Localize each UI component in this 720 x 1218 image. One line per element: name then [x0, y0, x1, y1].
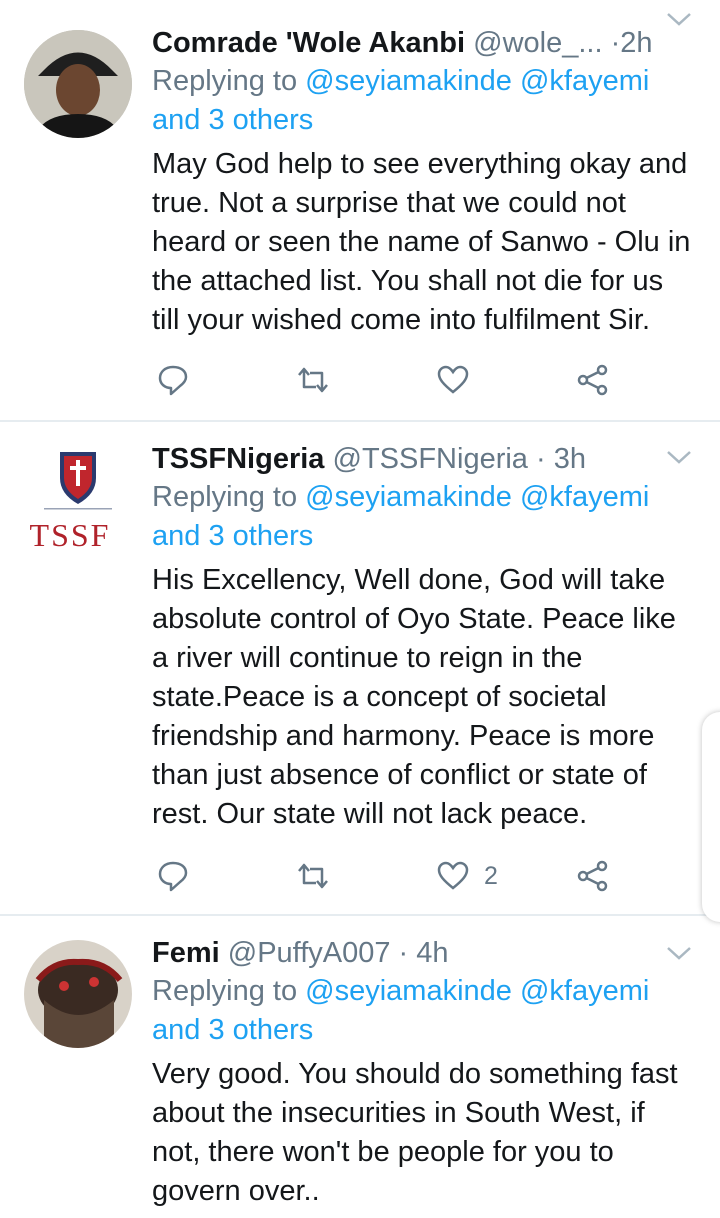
display-name[interactable]: Comrade 'Wole Akanbi	[152, 27, 465, 59]
separator-dot: ·	[536, 443, 546, 475]
text-line: absolute control of Oyo State. Peace lik…	[152, 603, 676, 635]
like-count: 2	[484, 861, 498, 890]
text-line: till your wished come into fulfilment Si…	[152, 304, 651, 336]
separator-dot: ·	[398, 937, 409, 969]
replying-to: Replying to @seyiamakinde @kfayemi and 3…	[152, 478, 702, 556]
retweet-icon	[298, 367, 328, 393]
replying-to: Replying to @seyiamakinde @kfayemi and 3…	[152, 62, 702, 140]
text-line: His Excellency, Well done, God will take	[152, 564, 666, 596]
tweet-text: May God help to see everything okay and …	[152, 145, 702, 340]
others-link[interactable]: and 3 others	[152, 1014, 313, 1046]
mention-link[interactable]: @seyiamakinde	[305, 65, 512, 97]
user-handle[interactable]: @TSSFNigeria	[333, 443, 528, 475]
text-line: Very good. You should do something fast	[152, 1058, 678, 1090]
text-line: state.Peace is a concept of societal	[152, 681, 607, 713]
tweet-1[interactable]: Comrade 'Wole Akanbi @wole_... ·2h Reply…	[0, 0, 720, 420]
chevron-down-icon[interactable]	[664, 442, 694, 472]
share-button[interactable]	[576, 856, 610, 896]
reply-button[interactable]	[156, 856, 190, 896]
avatar-text: TSSF	[29, 517, 111, 553]
retweet-icon	[298, 863, 328, 889]
timestamp[interactable]: 2h	[620, 27, 652, 59]
display-name[interactable]: TSSFNigeria	[152, 443, 324, 475]
timestamp[interactable]: 3h	[554, 443, 586, 475]
share-icon	[577, 364, 608, 396]
mention-link[interactable]: @kfayemi	[520, 975, 649, 1007]
avatar[interactable]	[24, 940, 132, 1048]
mention-link[interactable]: @kfayemi	[520, 65, 649, 97]
user-handle[interactable]: @wole_...	[473, 27, 602, 59]
text-line: than just absence of conflict or state o…	[152, 759, 647, 791]
heart-icon	[437, 861, 469, 890]
text-line: about the insecurities in South West, if	[152, 1097, 645, 1129]
user-handle[interactable]: @PuffyA007	[228, 937, 391, 969]
text-line: the attached list. You shall not die for…	[152, 265, 664, 297]
mention-link[interactable]: @seyiamakinde	[305, 975, 512, 1007]
share-button[interactable]	[576, 360, 610, 400]
avatar[interactable]	[24, 30, 132, 138]
chevron-down-icon[interactable]	[664, 4, 694, 34]
retweet-button[interactable]	[296, 856, 330, 896]
reply-button[interactable]	[156, 360, 190, 400]
text-line: friendship and harmony. Peace is more	[152, 720, 655, 752]
others-link[interactable]: and 3 others	[152, 520, 313, 552]
text-line: May God help to see everything okay and	[152, 148, 688, 180]
replying-to: Replying to @seyiamakinde @kfayemi and 3…	[152, 972, 702, 1050]
tweet-text: Very good. You should do something fast …	[152, 1055, 702, 1211]
replying-label: Replying to	[152, 975, 298, 1007]
separator-dot: ·	[610, 27, 621, 59]
mention-link[interactable]: @kfayemi	[520, 481, 649, 513]
heart-icon	[437, 365, 469, 394]
text-line: true. Not a surprise that we could not	[152, 187, 626, 219]
tweet-2[interactable]: TSSF TSSFNigeria @TSSFNigeria · 3h Reply…	[0, 422, 720, 914]
scroll-handle[interactable]	[702, 712, 720, 922]
like-button[interactable]: 2	[436, 856, 498, 896]
text-line: rest. Our state will not lack peace.	[152, 798, 588, 830]
tweet-header: Femi @PuffyA007 · 4h	[152, 934, 702, 972]
retweet-button[interactable]	[296, 360, 330, 400]
replying-label: Replying to	[152, 65, 298, 97]
reply-icon	[158, 861, 188, 892]
tweet-header: TSSFNigeria @TSSFNigeria · 3h	[152, 440, 702, 478]
others-link[interactable]: and 3 others	[152, 104, 313, 136]
like-button[interactable]	[436, 360, 484, 400]
tweet-3[interactable]: Femi @PuffyA007 · 4h Replying to @seyiam…	[0, 916, 720, 1218]
tweet-header: Comrade 'Wole Akanbi @wole_... ·2h	[152, 24, 702, 62]
mention-link[interactable]: @seyiamakinde	[305, 481, 512, 513]
timestamp[interactable]: 4h	[416, 937, 448, 969]
display-name[interactable]: Femi	[152, 937, 220, 969]
text-line: not, there won't be people for you to	[152, 1136, 614, 1168]
text-line: govern over..	[152, 1175, 320, 1207]
avatar-photo-icon	[24, 30, 132, 138]
text-line: a river will continue to reign in the	[152, 642, 583, 674]
tweet-text: His Excellency, Well done, God will take…	[152, 561, 702, 834]
share-icon	[577, 860, 608, 892]
avatar[interactable]: TSSF	[24, 444, 132, 553]
avatar-photo-icon	[24, 940, 132, 1048]
chevron-down-icon[interactable]	[664, 938, 694, 968]
text-line: heard or seen the name of Sanwo - Olu in	[152, 226, 691, 258]
shield-logo-icon	[44, 452, 112, 510]
replying-label: Replying to	[152, 481, 298, 513]
reply-icon	[158, 365, 188, 396]
